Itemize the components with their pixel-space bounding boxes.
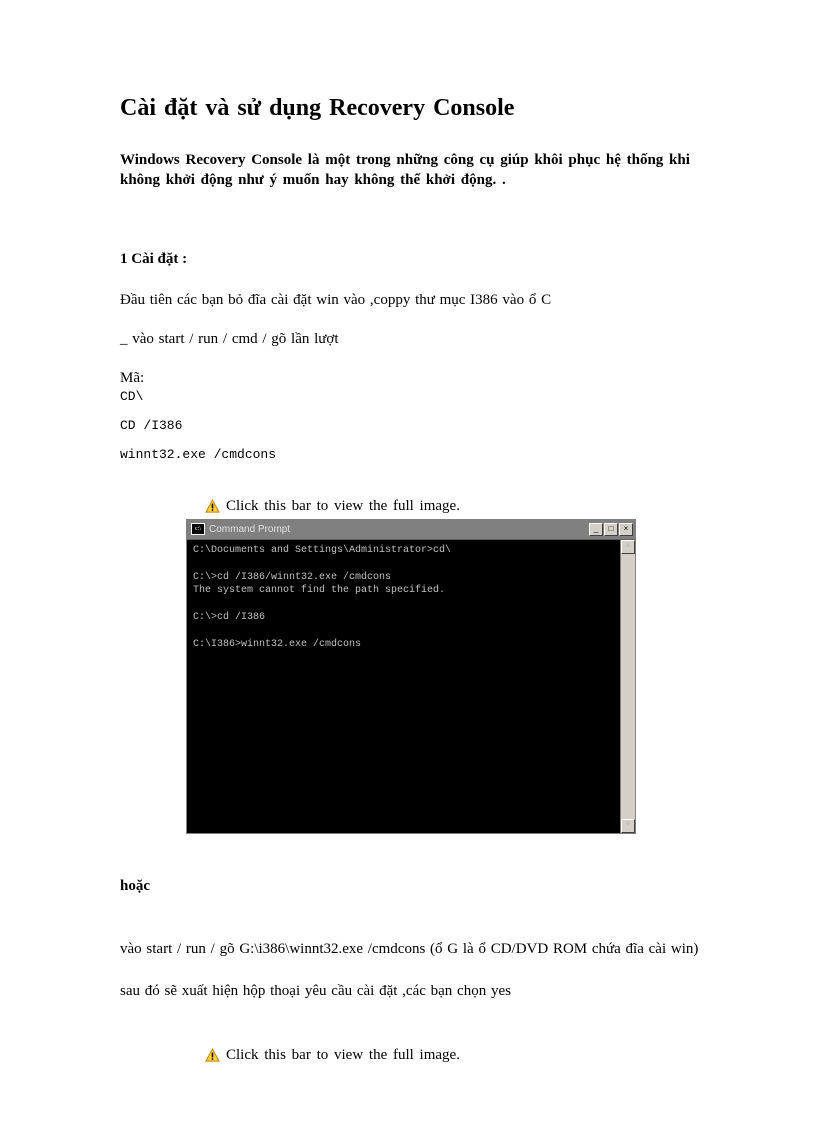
paragraph-disk-insert: Đầu tiên các bạn bỏ đĩa cài đặt win vào … (120, 292, 701, 309)
scroll-up-arrow[interactable]: ▲ (621, 540, 635, 554)
expand-image-text: Click this bar to view the full image. (226, 498, 460, 515)
paragraph-alt-method: vào start / run / gõ G:\i386\winnt32.exe… (120, 939, 701, 959)
window-titlebar: c:\ Command Prompt _ □ × (187, 520, 635, 540)
code-line-1: CD\ (120, 389, 701, 404)
minimize-button[interactable]: _ (589, 523, 603, 536)
window-title: Command Prompt (209, 524, 589, 535)
console-text: C:\Documents and Settings\Administrator>… (193, 545, 451, 651)
paragraph-yes: sau đó sẽ xuất hiện hộp thoại yêu cầu cà… (120, 981, 701, 1001)
scrollbar[interactable]: ▲ ▼ (620, 540, 635, 833)
close-button[interactable]: × (619, 523, 633, 536)
scroll-down-arrow[interactable]: ▼ (621, 819, 635, 833)
warning-icon (205, 499, 220, 514)
command-prompt-window: c:\ Command Prompt _ □ × C:\Documents an… (186, 519, 636, 834)
code-label: Mã: (120, 370, 701, 387)
paragraph-run-cmd: _ vào start / run / cmd / gõ lần lượt (120, 331, 701, 348)
warning-icon (205, 1048, 220, 1063)
or-label: hoặc (120, 878, 701, 895)
expand-image-bar-1[interactable]: Click this bar to view the full image. (205, 498, 701, 515)
maximize-button[interactable]: □ (604, 523, 618, 536)
cmd-icon: c:\ (191, 523, 205, 535)
section-heading-1: 1 Cài đặt : (120, 251, 701, 268)
expand-image-text: Click this bar to view the full image. (226, 1047, 460, 1064)
code-line-2: CD /I386 (120, 418, 701, 433)
command-prompt-body: C:\Documents and Settings\Administrator>… (187, 540, 635, 833)
intro-paragraph: Windows Recovery Console là một trong nh… (120, 150, 701, 191)
expand-image-bar-2[interactable]: Click this bar to view the full image. (205, 1047, 701, 1064)
code-line-3: winnt32.exe /cmdcons (120, 447, 701, 462)
page-title: Cài đặt và sử dụng Recovery Console (120, 95, 701, 122)
